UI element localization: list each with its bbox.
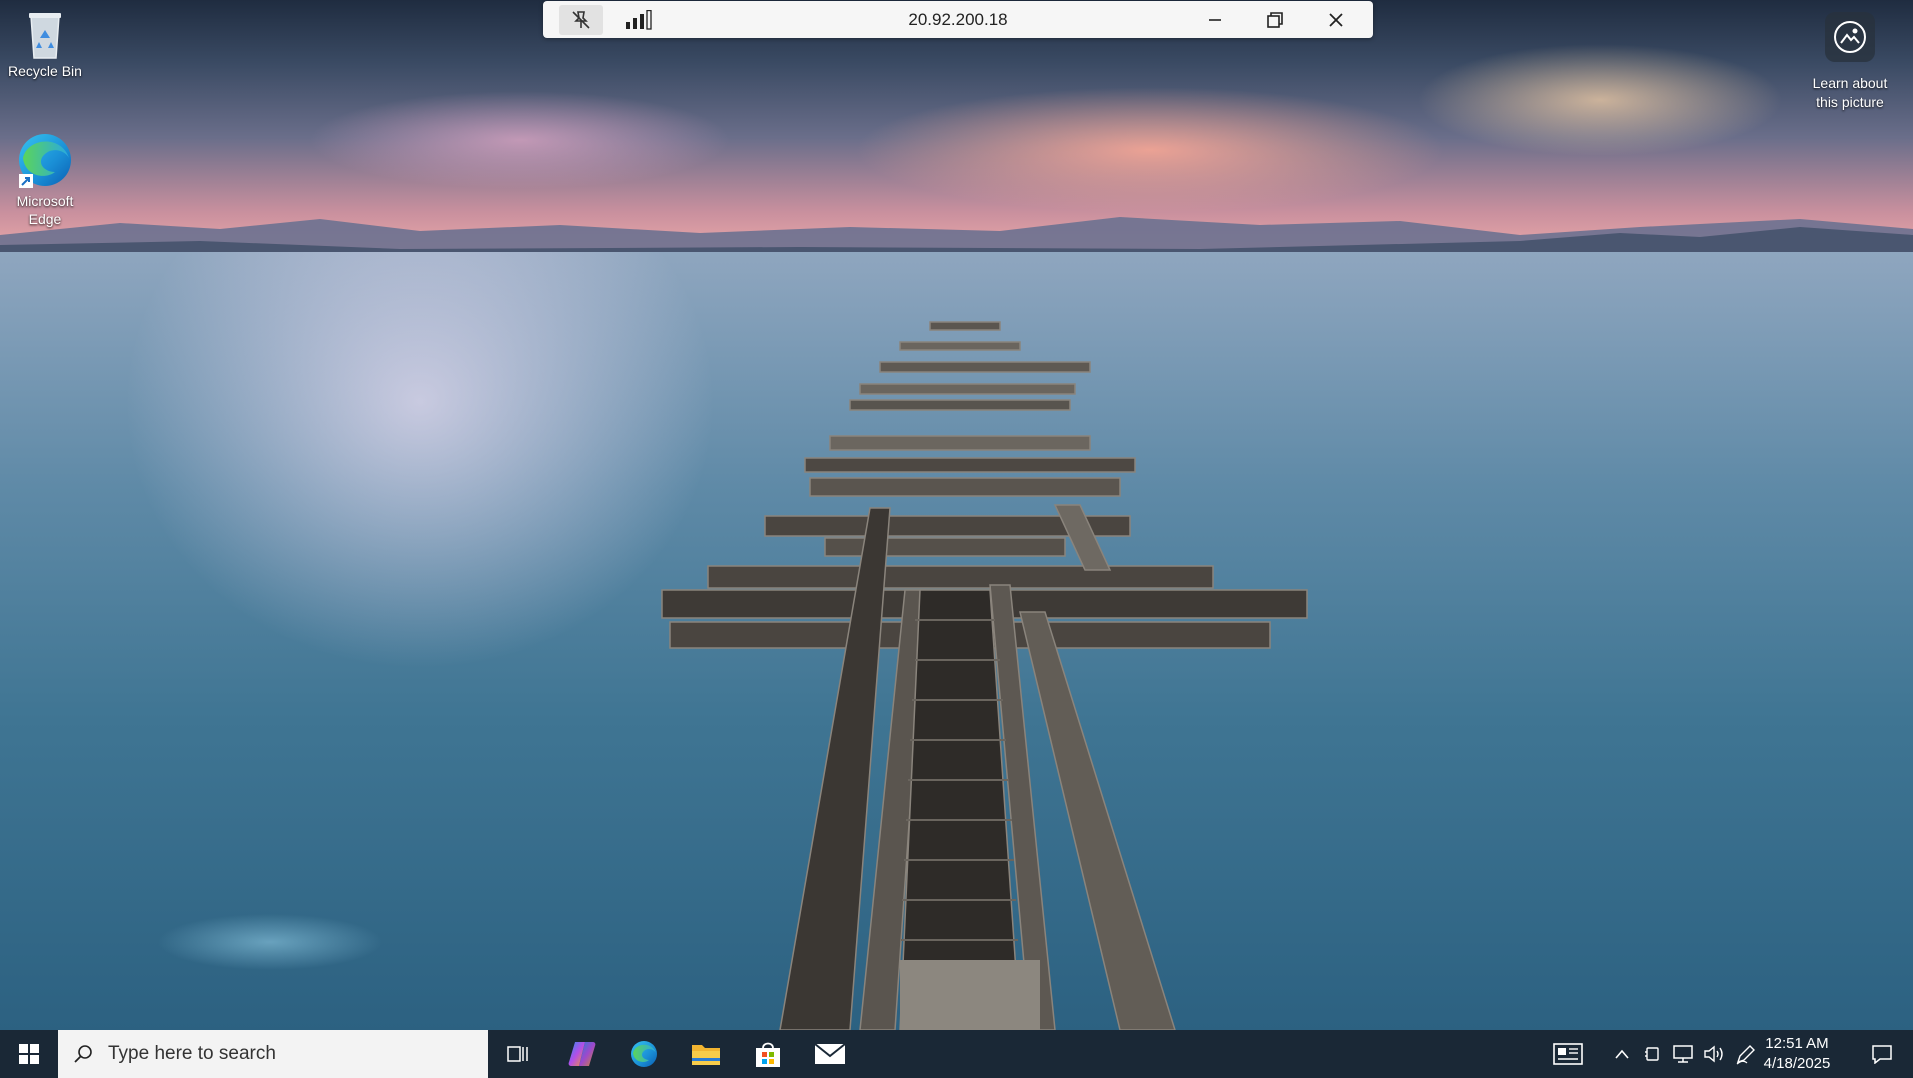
device-tray-button[interactable] [1640, 1030, 1666, 1078]
news-icon [1553, 1043, 1583, 1065]
notifications-button[interactable] [1860, 1030, 1904, 1078]
close-button[interactable] [1316, 5, 1356, 35]
taskbar-clock[interactable]: 12:51 AM 4/18/2025 [1756, 1034, 1838, 1074]
microsoft-edge-icon [631, 1041, 657, 1067]
remote-host-address: 20.92.200.18 [908, 10, 1008, 29]
restore-button[interactable] [1255, 5, 1295, 35]
mail-icon [814, 1043, 846, 1064]
windows-logo-icon [19, 1044, 39, 1064]
recycle-bin-label: Recycle Bin [8, 63, 82, 79]
recycle-bin-shortcut[interactable]: Recycle Bin [0, 8, 90, 80]
search-icon [74, 1045, 92, 1063]
search-placeholder: Type here to search [108, 1043, 276, 1064]
spotlight-learn-button[interactable]: Learn about this picture [1800, 12, 1900, 112]
wallpaper-pier [661, 321, 1308, 1030]
task-view-button[interactable] [500, 1030, 536, 1078]
restore-icon [1267, 12, 1283, 28]
close-icon [1329, 13, 1343, 27]
microsoft-edge-icon [19, 134, 71, 188]
microsoft-edge-shortcut[interactable]: Microsoft Edge [0, 130, 90, 228]
start-button[interactable] [0, 1030, 58, 1078]
file-explorer-button[interactable] [684, 1030, 728, 1078]
search-box[interactable]: Type here to search [58, 1030, 488, 1078]
spotlight-label: Learn about this picture [1812, 75, 1888, 110]
microsoft-store-button[interactable] [746, 1030, 790, 1078]
notification-icon [1872, 1045, 1892, 1064]
taskbar: Type here to search 12:51 AM 4/18/2025 [0, 1030, 1913, 1078]
edge-taskbar-button[interactable] [622, 1030, 666, 1078]
store-bag-icon [756, 1042, 780, 1067]
speaker-icon [1704, 1045, 1723, 1063]
folder-icon [692, 1045, 720, 1065]
clock-date: 4/18/2025 [1763, 1055, 1831, 1072]
task-view-icon [507, 1046, 528, 1062]
copilot-icon [568, 1042, 596, 1066]
clock-time: 12:51 AM [1765, 1035, 1829, 1052]
minimize-icon [1209, 19, 1221, 21]
device-icon [1645, 1047, 1659, 1061]
network-button[interactable] [1668, 1030, 1698, 1078]
microsoft-edge-label: Microsoft Edge [16, 193, 74, 227]
volume-button[interactable] [1700, 1030, 1728, 1078]
news-widget-button[interactable] [1548, 1030, 1588, 1078]
camera-icon [1825, 12, 1875, 62]
minimize-button[interactable] [1195, 5, 1235, 35]
mail-button[interactable] [808, 1030, 852, 1078]
copilot-button[interactable] [560, 1030, 604, 1078]
desktop-wallpaper [0, 0, 1913, 1030]
recycle-bin-icon [29, 13, 61, 59]
remote-connection-bar: 20.92.200.18 [543, 1, 1373, 38]
show-hidden-icons-button[interactable] [1608, 1030, 1636, 1078]
pen-icon [1736, 1045, 1755, 1065]
chevron-up-icon [1615, 1049, 1629, 1059]
network-icon [1673, 1045, 1693, 1063]
